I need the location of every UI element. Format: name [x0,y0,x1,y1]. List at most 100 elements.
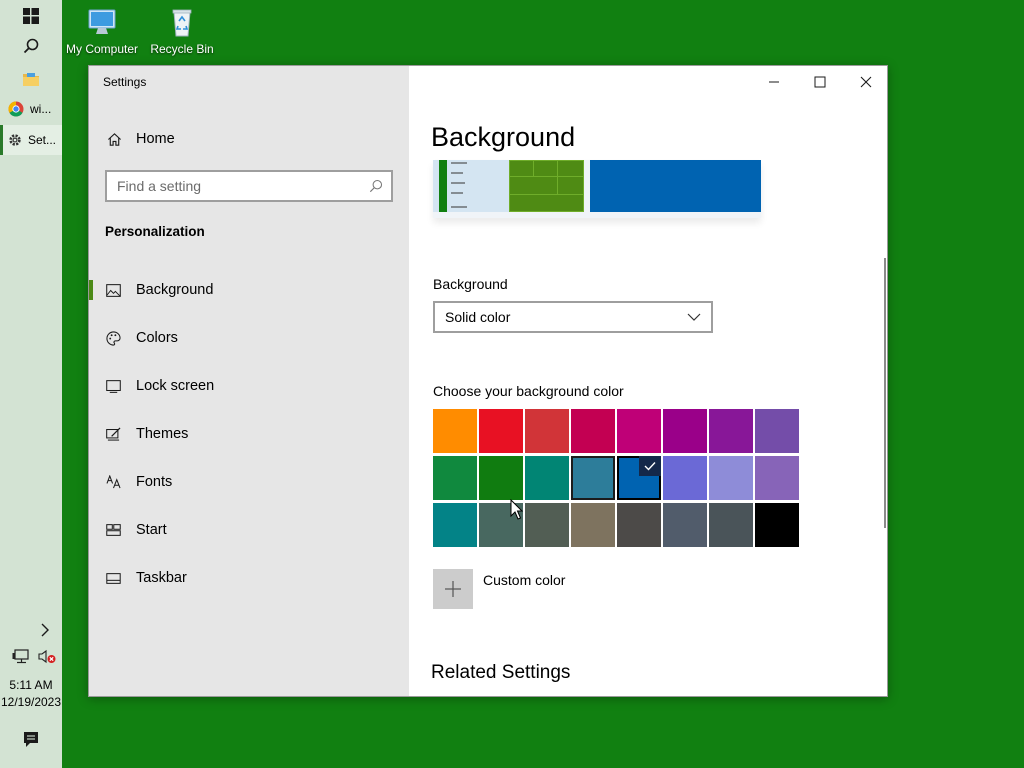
settings-nav-pane: Settings Home Find a setting Personaliza… [89,66,409,696]
custom-color-button[interactable] [433,569,473,609]
plus-icon [445,581,461,597]
related-settings-heading: Related Settings [431,662,571,683]
color-swatch[interactable] [571,503,615,547]
color-swatch[interactable] [663,503,707,547]
home-icon [108,132,121,146]
color-swatch[interactable] [709,456,753,500]
color-swatch[interactable] [755,503,799,547]
taskbar-app-label: Set... [28,133,57,147]
close-button[interactable] [843,66,887,98]
dropdown-value: Solid color [445,309,511,325]
taskbar-icon [106,571,121,586]
color-swatch[interactable] [571,456,615,500]
maximize-button[interactable] [797,66,843,98]
recycle-bin-icon [172,9,192,37]
minimize-button[interactable] [751,66,797,98]
picture-icon [106,283,121,298]
background-preview [433,160,761,218]
color-swatch[interactable] [755,409,799,453]
color-swatch[interactable] [709,409,753,453]
color-swatch[interactable] [617,503,661,547]
lock-screen-icon [106,379,121,394]
search-icon [23,38,39,54]
color-swatch[interactable] [479,409,523,453]
nav-item-label: Colors [136,330,178,346]
windows-logo-icon [23,8,39,24]
clock[interactable]: 5:11 AM 12/19/2023 [0,677,62,711]
search-button[interactable] [0,34,62,58]
nav-home[interactable]: Home [89,124,409,154]
search-placeholder: Find a setting [117,178,202,194]
color-swatch[interactable] [525,503,569,547]
taskbar-app-label: wi... [30,102,52,116]
color-swatch[interactable] [617,456,661,500]
color-swatch[interactable] [433,503,477,547]
color-swatch[interactable] [433,456,477,500]
folder-icon [23,73,39,86]
background-color-grid [433,409,800,547]
action-center-button[interactable] [0,728,62,750]
start-icon [106,523,121,538]
color-swatch[interactable] [525,456,569,500]
window-title: Settings [103,75,147,89]
color-swatch[interactable] [525,409,569,453]
find-setting-search[interactable]: Find a setting [105,170,393,202]
show-hidden-icons-button[interactable] [0,620,62,640]
taskbar: wi... Set... 5:11 AM 12/19/2023 [0,0,62,768]
color-swatch[interactable] [571,409,615,453]
nav-item-background[interactable]: Background [89,273,409,307]
nav-item-lock-screen[interactable]: Lock screen [89,369,409,403]
gear-icon [9,134,21,146]
color-swatch[interactable] [709,503,753,547]
color-swatch[interactable] [755,456,799,500]
choose-color-label: Choose your background color [433,383,624,399]
nav-section-heading: Personalization [105,224,205,239]
desktop: wi... Set... 5:11 AM 12/19/2023 My Compu… [0,0,1024,768]
background-label: Background [433,276,508,292]
desktop-icon-my-computer[interactable]: My Computer [62,6,142,56]
desktop-preview-image [433,160,761,212]
background-type-dropdown[interactable]: Solid color [433,301,713,333]
search-icon [369,179,383,193]
system-tray [0,646,62,666]
mouse-cursor-icon [510,499,523,520]
color-swatch[interactable] [433,409,477,453]
volume-muted-icon[interactable] [38,649,56,664]
desktop-icon-label: My Computer [65,42,139,56]
nav-item-colors[interactable]: Colors [89,321,409,355]
color-swatch[interactable] [663,409,707,453]
themes-icon [106,427,121,442]
file-explorer-button[interactable] [0,66,62,92]
nav-item-themes[interactable]: Themes [89,417,409,451]
start-button[interactable] [0,4,62,28]
palette-icon [106,330,121,346]
nav-item-taskbar[interactable]: Taskbar [89,561,409,595]
chrome-icon [8,101,24,117]
nav-item-fonts[interactable]: Fonts [89,465,409,499]
color-swatch[interactable] [617,409,661,453]
content-scrollbar[interactable] [884,258,886,528]
computer-icon [88,9,116,34]
maximize-icon [814,76,826,88]
nav-item-label: Background [136,282,214,298]
close-icon [860,76,872,88]
settings-window: Settings Home Find a setting Personaliza… [88,65,888,697]
network-icon[interactable] [12,648,30,664]
nav-item-start[interactable]: Start [89,513,409,547]
taskbar-app-chrome[interactable]: wi... [0,94,62,124]
chevron-right-icon [41,623,49,637]
settings-content-pane: Background Background Solid color Choose… [409,66,887,696]
chevron-down-icon [687,313,701,321]
clock-date: 12/19/2023 [0,695,62,709]
nav-home-label: Home [136,131,175,147]
nav-item-label: Start [136,522,167,538]
color-swatch[interactable] [479,456,523,500]
page-title: Background [431,122,576,152]
desktop-icon-recycle-bin[interactable]: Recycle Bin [142,6,222,56]
taskbar-app-settings[interactable]: Set... [0,125,62,155]
checkmark-icon [639,456,661,476]
color-swatch[interactable] [663,456,707,500]
custom-color-label[interactable]: Custom color [483,572,565,588]
fonts-icon [106,475,121,490]
notification-icon [24,732,38,747]
